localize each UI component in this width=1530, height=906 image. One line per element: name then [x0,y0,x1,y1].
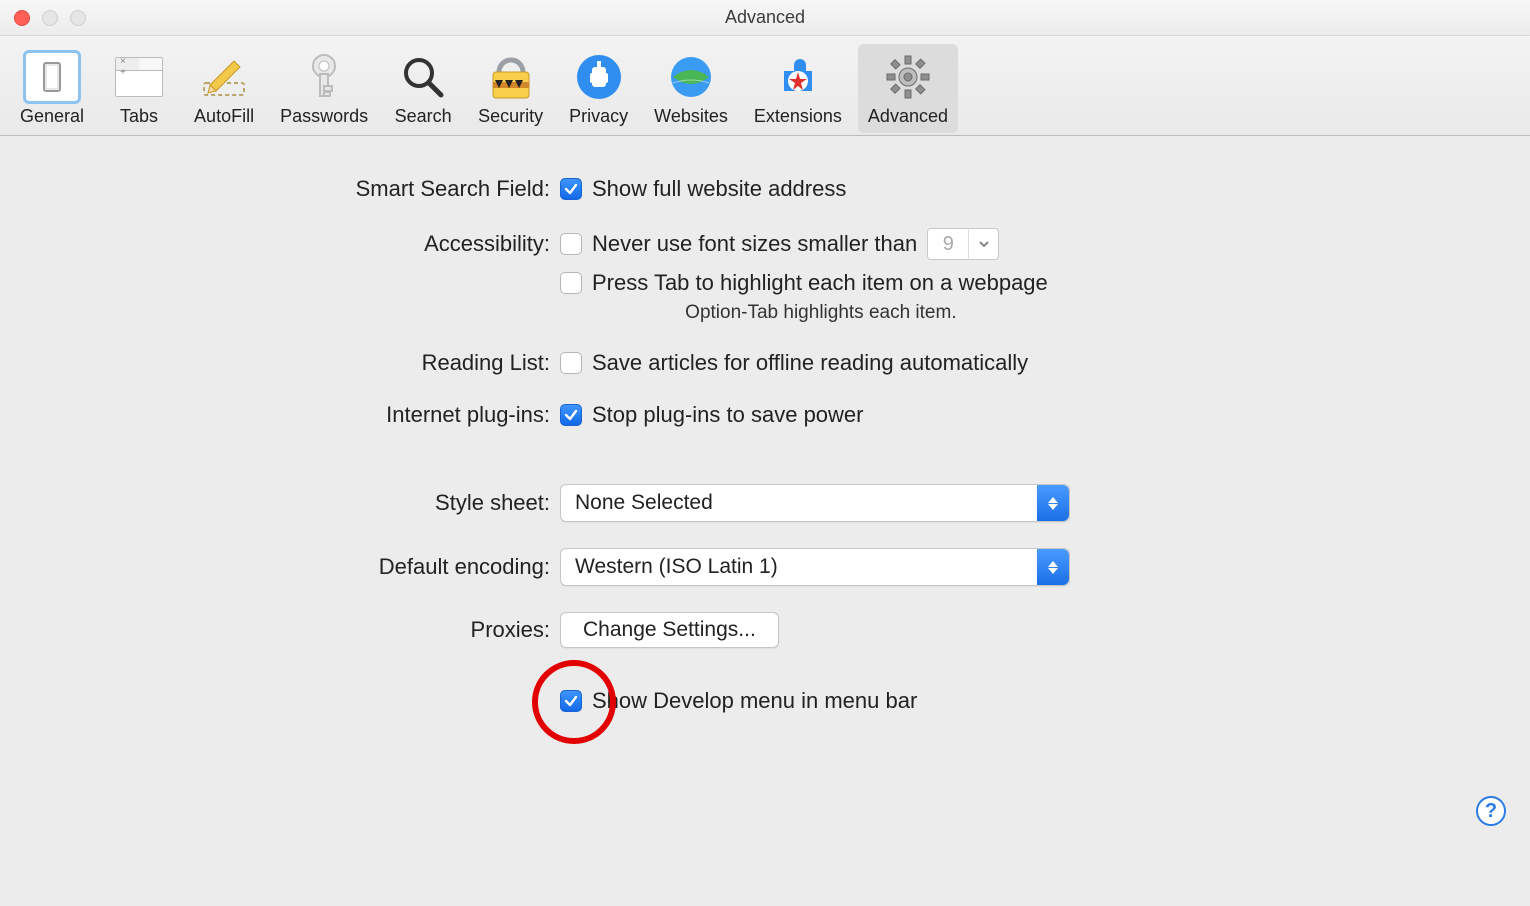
autofill-icon [200,50,248,104]
help-icon: ? [1485,800,1497,823]
stop-plugins-checkbox[interactable] [560,404,582,426]
chevron-down-icon[interactable] [968,229,998,259]
encoding-label: Default encoding: [60,554,560,580]
plugins-label: Internet plug-ins: [60,402,560,428]
min-font-size-input[interactable] [928,229,968,259]
change-settings-button[interactable]: Change Settings... [560,612,779,648]
never-font-size-checkbox[interactable] [560,233,582,255]
show-full-address-checkbox[interactable] [560,178,582,200]
accessibility-label: Accessibility: [60,231,560,257]
tab-label: Websites [654,106,728,127]
search-icon [399,50,447,104]
general-icon [22,50,82,104]
tab-security[interactable]: Security [468,44,553,133]
tab-label: Tabs [120,106,158,127]
stop-plugins-label: Stop plug-ins to save power [592,402,864,428]
select-arrows-icon [1037,485,1069,521]
help-button[interactable]: ? [1476,796,1506,826]
websites-icon [667,50,715,104]
show-full-address-label: Show full website address [592,176,846,202]
press-tab-label: Press Tab to highlight each item on a we… [592,270,1048,296]
tab-label: General [20,106,84,127]
change-settings-label: Change Settings... [583,618,756,642]
smart-search-label: Smart Search Field: [60,176,560,202]
extensions-icon [774,50,822,104]
tab-search[interactable]: Search [384,44,462,133]
tab-label: Privacy [569,106,628,127]
min-font-size-stepper[interactable] [927,228,999,260]
tab-label: Advanced [868,106,948,127]
stylesheet-select[interactable]: None Selected [560,484,1070,522]
advanced-pane: Smart Search Field: Show full website ad… [0,136,1530,754]
tab-label: Passwords [280,106,368,127]
window-controls [0,10,86,26]
stylesheet-value: None Selected [575,491,713,515]
tabs-icon [115,50,163,104]
privacy-icon [575,50,623,104]
encoding-value: Western (ISO Latin 1) [575,555,778,579]
press-tab-checkbox[interactable] [560,272,582,294]
tab-label: Security [478,106,543,127]
show-develop-menu-checkbox[interactable] [560,690,582,712]
proxies-label: Proxies: [60,617,560,643]
select-arrows-icon [1037,549,1069,585]
tab-label: AutoFill [194,106,254,127]
save-offline-label: Save articles for offline reading automa… [592,350,1028,376]
show-develop-menu-label: Show Develop menu in menu bar [592,688,917,714]
press-tab-help: Option-Tab highlights each item. [685,302,956,324]
tab-general[interactable]: General [10,44,94,133]
stylesheet-label: Style sheet: [60,490,560,516]
window-title: Advanced [0,7,1530,28]
reading-list-label: Reading List: [60,350,560,376]
tab-websites[interactable]: Websites [644,44,738,133]
tab-label: Search [395,106,452,127]
save-offline-checkbox[interactable] [560,352,582,374]
advanced-icon [883,50,933,104]
passwords-icon [304,50,344,104]
tab-advanced[interactable]: Advanced [858,44,958,133]
close-window-button[interactable] [14,10,30,26]
encoding-select[interactable]: Western (ISO Latin 1) [560,548,1070,586]
tab-tabs[interactable]: Tabs [100,44,178,133]
never-font-size-label: Never use font sizes smaller than [592,231,917,257]
minimize-window-button[interactable] [42,10,58,26]
tab-privacy[interactable]: Privacy [559,44,638,133]
tab-label: Extensions [754,106,842,127]
tab-passwords[interactable]: Passwords [270,44,378,133]
titlebar: Advanced [0,0,1530,36]
zoom-window-button[interactable] [70,10,86,26]
preferences-toolbar: General Tabs AutoFill Password [0,36,1530,136]
security-icon [489,50,533,104]
tab-autofill[interactable]: AutoFill [184,44,264,133]
tab-extensions[interactable]: Extensions [744,44,852,133]
